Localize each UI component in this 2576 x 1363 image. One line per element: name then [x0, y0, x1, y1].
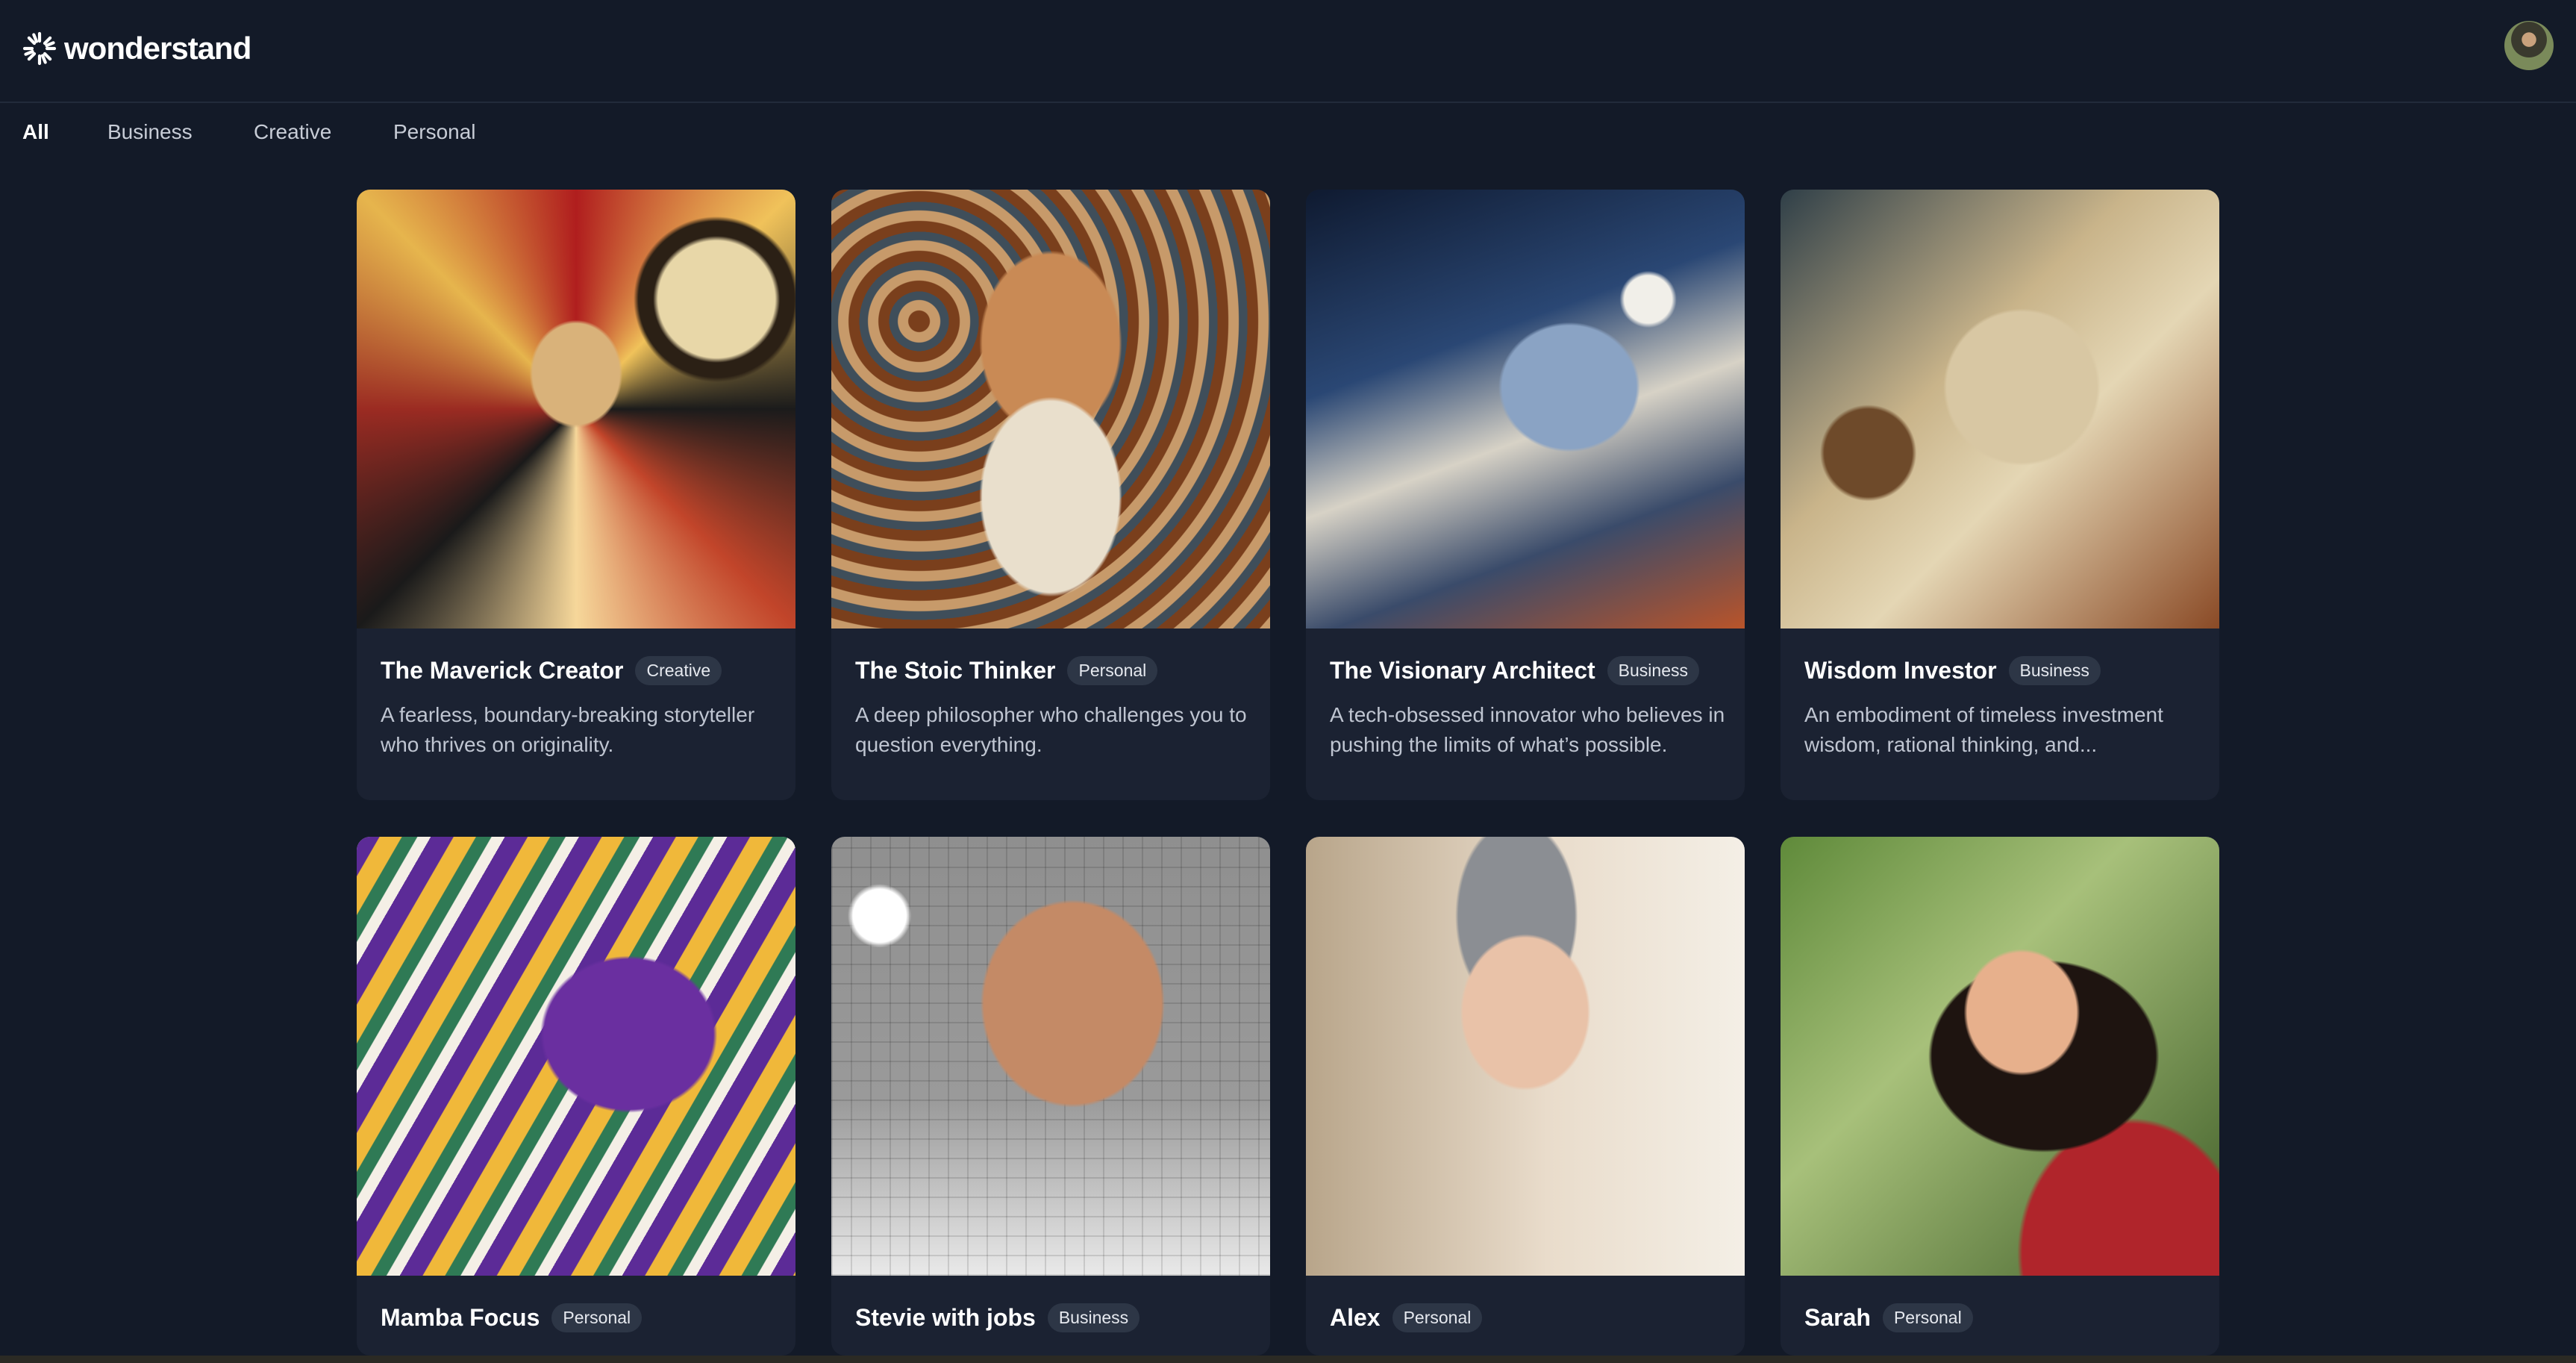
persona-description: A tech-obsessed innovator who believes i… [1330, 703, 1725, 756]
tab-creative[interactable]: Creative [254, 112, 331, 152]
category-badge: Personal [1882, 1303, 1973, 1332]
persona-card[interactable]: Sarah Personal [1781, 837, 2219, 1356]
persona-title: The Maverick Creator [381, 656, 624, 684]
persona-title: Wisdom Investor [1804, 656, 1997, 684]
persona-image [1781, 190, 2219, 629]
persona-image [357, 837, 795, 1276]
top-bar: wonderstand [0, 0, 2576, 103]
brand-name: wonderstand [64, 31, 251, 66]
persona-card[interactable]: Mamba Focus Personal [357, 837, 795, 1356]
persona-card[interactable]: Alex Personal [1306, 837, 1745, 1356]
category-badge: Creative [635, 655, 722, 685]
persona-image [831, 837, 1270, 1276]
category-badge: Personal [1392, 1303, 1483, 1332]
persona-card[interactable]: The Visionary Architect Business A tech-… [1306, 190, 1745, 800]
sunburst-logo-icon [22, 31, 57, 66]
persona-card[interactable]: Stevie with jobs Business [831, 837, 1270, 1356]
persona-image [1306, 837, 1745, 1276]
tab-all[interactable]: All [22, 112, 49, 152]
persona-image [1781, 837, 2219, 1276]
bottom-edge [0, 1356, 2576, 1363]
persona-title: The Visionary Architect [1330, 656, 1595, 684]
persona-description: An embodiment of timeless investment wis… [1804, 703, 2163, 756]
persona-description: A deep philosopher who challenges you to… [855, 703, 1247, 756]
persona-title: The Stoic Thinker [855, 656, 1056, 684]
category-badge: Personal [1067, 655, 1158, 685]
category-badge: Personal [551, 1303, 643, 1332]
persona-image [357, 190, 795, 629]
persona-card[interactable]: The Maverick Creator Creative A fearless… [357, 190, 795, 800]
tab-business[interactable]: Business [107, 112, 193, 152]
persona-image [1306, 190, 1745, 629]
brand-link[interactable]: wonderstand [22, 30, 251, 67]
persona-title: Alex [1330, 1303, 1381, 1331]
persona-title: Mamba Focus [381, 1303, 540, 1331]
category-badge: Business [1047, 1303, 1140, 1332]
category-badge: Business [2008, 655, 2101, 685]
persona-title: Sarah [1804, 1303, 1871, 1331]
persona-image [831, 190, 1270, 629]
persona-description: A fearless, boundary-breaking storytelle… [381, 703, 755, 756]
persona-card[interactable]: Wisdom Investor Business An embodiment o… [1781, 190, 2219, 800]
avatar[interactable] [2504, 21, 2554, 70]
tab-personal[interactable]: Personal [393, 112, 476, 152]
category-badge: Business [1607, 655, 1699, 685]
persona-card[interactable]: The Stoic Thinker Personal A deep philos… [831, 190, 1270, 800]
persona-title: Stevie with jobs [855, 1303, 1036, 1331]
